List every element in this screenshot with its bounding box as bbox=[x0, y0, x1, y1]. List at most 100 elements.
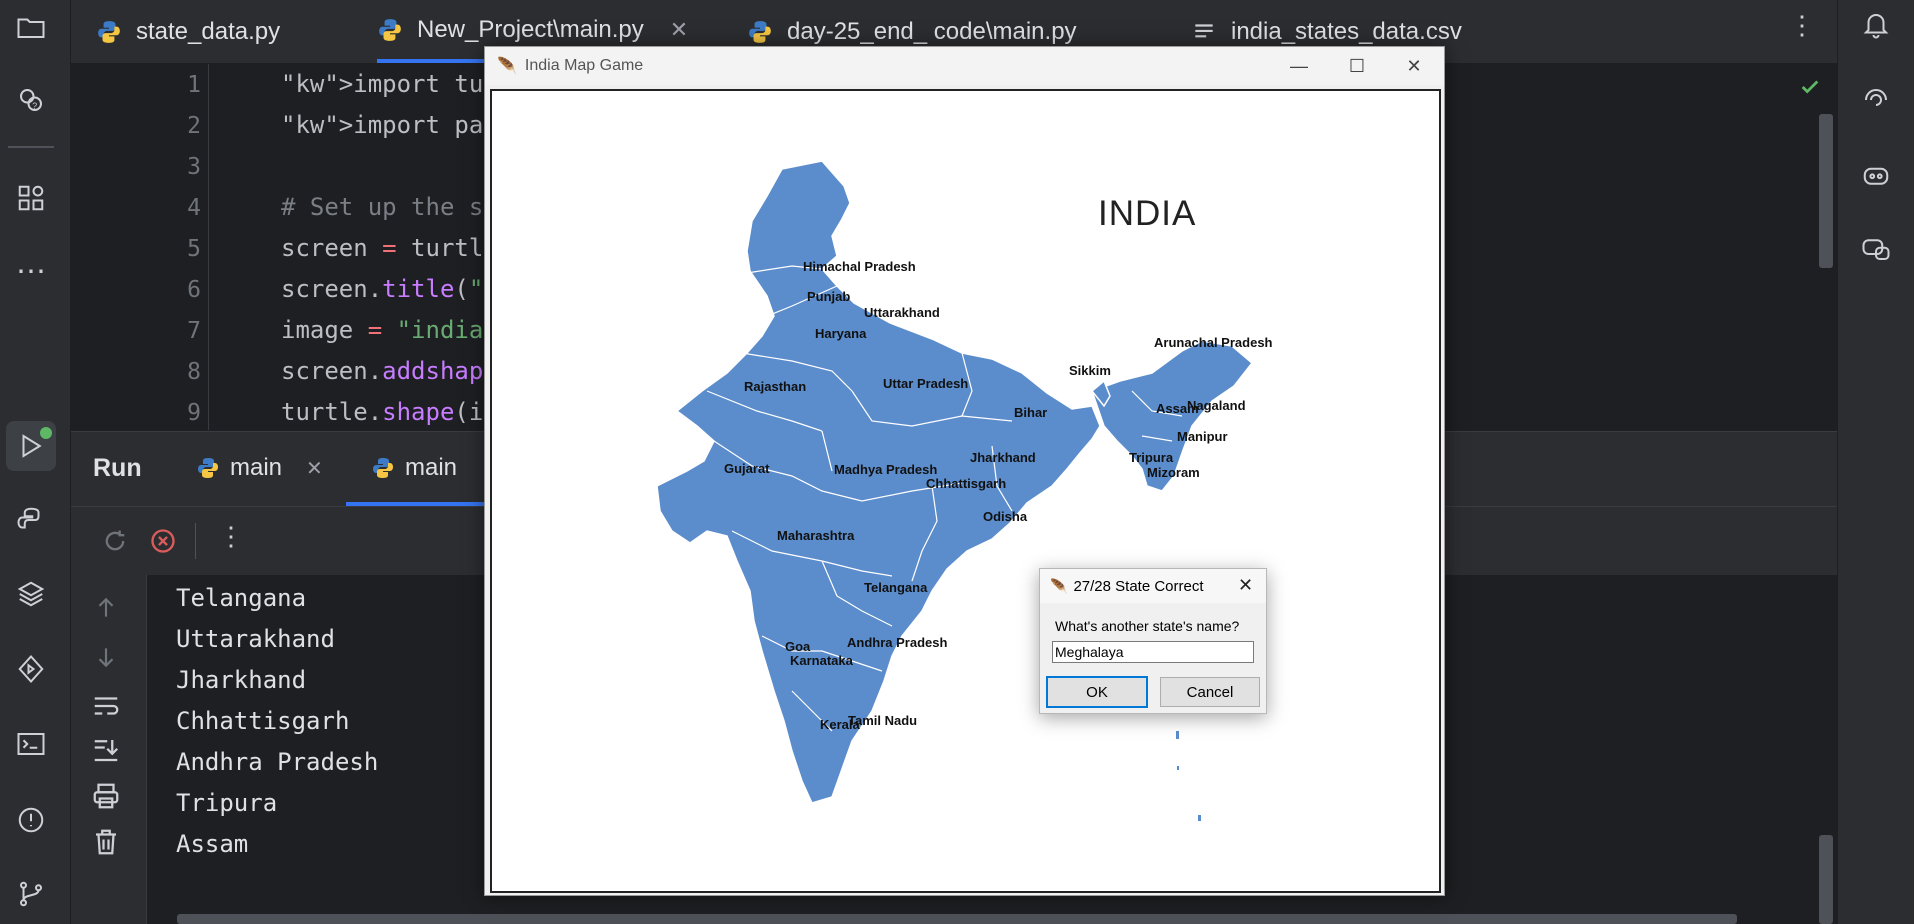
dialog-title: 27/28 State Correct bbox=[1073, 577, 1204, 595]
close-run-tab-icon[interactable]: ✕ bbox=[306, 456, 323, 481]
toolbar-separator bbox=[8, 146, 54, 148]
state-label: Telangana bbox=[864, 580, 928, 595]
state-label: Haryana bbox=[815, 326, 867, 341]
state-label: Tripura bbox=[1129, 450, 1174, 465]
console-vertical-scrollbar[interactable] bbox=[1819, 835, 1833, 924]
python-icon bbox=[198, 458, 218, 478]
line-number: 2 bbox=[187, 113, 201, 139]
dialog-prompt: What's another state's name? bbox=[1055, 618, 1240, 634]
line-number: 5 bbox=[187, 236, 201, 262]
state-label: Uttar Pradesh bbox=[883, 376, 969, 391]
console-gutter bbox=[71, 575, 147, 924]
copilot-chat-icon[interactable] bbox=[1856, 229, 1896, 269]
tab-label: state_data.py bbox=[136, 17, 281, 45]
tk-feather-icon: 🪶 bbox=[497, 58, 517, 75]
tab-label: New_Project\main.py bbox=[417, 15, 644, 43]
problems-icon[interactable] bbox=[11, 800, 51, 840]
run-tab-main-2[interactable]: main bbox=[371, 454, 457, 482]
notifications-icon[interactable] bbox=[1856, 5, 1896, 45]
tab-label: day-25_end_ code\main.py bbox=[787, 17, 1077, 45]
close-tab-icon[interactable]: ✕ bbox=[670, 17, 688, 43]
state-label: Sikkim bbox=[1069, 363, 1111, 378]
folder-icon[interactable] bbox=[11, 7, 51, 47]
turtle-canvas[interactable]: INDIA Himachal Pradesh Punjab Uttarakhan… bbox=[490, 89, 1441, 893]
tab-state-data[interactable]: state_data.py bbox=[96, 0, 280, 63]
console-line: Assam bbox=[176, 830, 249, 858]
close-window-icon[interactable]: ✕ bbox=[1385, 47, 1443, 85]
line-number: 4 bbox=[187, 195, 201, 221]
console-line: Tripura bbox=[176, 789, 278, 817]
state-label: Bihar bbox=[1014, 405, 1048, 420]
line-number: 3 bbox=[187, 154, 201, 180]
state-label: Goa bbox=[785, 639, 811, 654]
more-tools-icon[interactable]: ⋯ bbox=[11, 251, 51, 291]
arrow-up-icon[interactable] bbox=[93, 595, 119, 621]
python-packages-icon[interactable] bbox=[11, 574, 51, 614]
no-problems-check-icon[interactable] bbox=[1799, 76, 1821, 98]
soft-wrap-icon[interactable] bbox=[91, 691, 121, 721]
console-line: Andhra Pradesh bbox=[176, 748, 379, 776]
tab-options-icon[interactable]: ⋮ bbox=[1789, 10, 1815, 41]
structure-icon[interactable] bbox=[11, 178, 51, 218]
line-number: 1 bbox=[187, 72, 201, 98]
state-label: Rajasthan bbox=[744, 379, 807, 394]
trash-icon[interactable] bbox=[91, 827, 121, 857]
state-label: Maharashtra bbox=[777, 528, 855, 543]
line-number: 8 bbox=[187, 359, 201, 385]
ok-button[interactable]: OK bbox=[1046, 676, 1148, 708]
rerun-icon[interactable] bbox=[101, 527, 129, 555]
dialog-close-icon[interactable]: ✕ bbox=[1238, 575, 1253, 596]
dialog-titlebar[interactable]: 🪶 27/28 State Correct ✕ bbox=[1040, 569, 1266, 603]
console-line: Telangana bbox=[176, 584, 307, 612]
right-tool-window-bar bbox=[1837, 0, 1914, 924]
python-icon bbox=[98, 20, 120, 43]
scroll-to-end-icon[interactable] bbox=[91, 735, 121, 765]
run-tab-label: main bbox=[405, 454, 458, 481]
editor-scrollbar[interactable] bbox=[1819, 114, 1833, 268]
gutter-divider bbox=[208, 64, 209, 430]
print-icon[interactable] bbox=[91, 781, 121, 811]
state-label: Andhra Pradesh bbox=[847, 635, 948, 650]
arrow-down-icon[interactable] bbox=[93, 644, 119, 670]
state-label: Manipur bbox=[1177, 429, 1228, 444]
terminal-icon[interactable] bbox=[11, 724, 51, 764]
tab-label: india_states_data.csv bbox=[1231, 17, 1462, 45]
python-icon bbox=[379, 18, 401, 41]
run-panel-title: Run bbox=[93, 454, 142, 482]
maximize-icon[interactable]: ☐ bbox=[1328, 47, 1386, 85]
copilot-icon[interactable] bbox=[1856, 155, 1896, 195]
state-label: Madhya Pradesh bbox=[834, 462, 938, 477]
state-label: Uttarakhand bbox=[864, 305, 940, 320]
line-number: 7 bbox=[187, 318, 201, 344]
state-name-input[interactable] bbox=[1052, 641, 1254, 663]
game-window-titlebar[interactable]: 🪶 India Map Game — ☐ ✕ bbox=[485, 47, 1444, 85]
console-line: Chhattisgarh bbox=[176, 707, 350, 735]
tk-feather-icon: 🪶 bbox=[1050, 577, 1068, 594]
run-tool-icon[interactable] bbox=[6, 421, 56, 471]
line-number: 6 bbox=[187, 277, 201, 303]
python-icon bbox=[749, 20, 771, 43]
stop-icon[interactable] bbox=[149, 527, 177, 555]
state-label: Himachal Pradesh bbox=[803, 259, 916, 274]
run-tab-main-1[interactable]: main ✕ bbox=[196, 454, 323, 482]
python-console-icon[interactable] bbox=[11, 500, 51, 540]
cancel-button[interactable]: Cancel bbox=[1160, 677, 1260, 707]
left-tool-window-bar: ? ⋯ bbox=[0, 0, 71, 924]
console-line: Jharkhand bbox=[176, 666, 307, 694]
india-map-game-window[interactable]: 🪶 India Map Game — ☐ ✕ INDIA Himachal Pr… bbox=[484, 46, 1445, 896]
minimize-icon[interactable]: — bbox=[1270, 47, 1328, 85]
map-title: INDIA bbox=[1098, 194, 1197, 233]
svg-text:?: ? bbox=[32, 101, 37, 111]
ai-assistant-icon[interactable]: ? bbox=[11, 80, 51, 120]
ai-chat-icon[interactable] bbox=[1856, 80, 1896, 120]
state-label: Chhattisgarh bbox=[926, 476, 1007, 491]
toolbar-separator bbox=[195, 523, 196, 559]
state-label: Kerala bbox=[820, 717, 860, 732]
services-icon[interactable] bbox=[11, 649, 51, 689]
console-horizontal-scrollbar[interactable] bbox=[177, 914, 1737, 924]
run-options-icon[interactable]: ⋮ bbox=[218, 521, 244, 552]
line-number: 9 bbox=[187, 400, 201, 426]
git-icon[interactable] bbox=[11, 874, 51, 914]
running-indicator bbox=[40, 427, 52, 439]
state-input-dialog[interactable]: 🪶 27/28 State Correct ✕ What's another s… bbox=[1039, 568, 1267, 714]
